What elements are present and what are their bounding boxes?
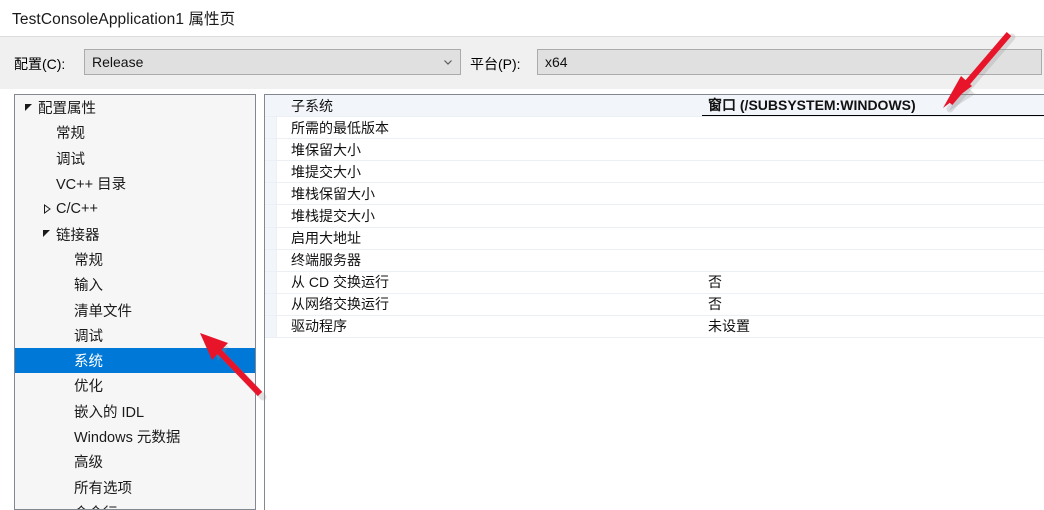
property-row[interactable]: 子系统 窗口 (/SUBSYSTEM:WINDOWS)	[265, 95, 1044, 118]
tree-item-16[interactable]: 命令行	[15, 500, 255, 509]
property-name: 子系统	[291, 97, 333, 114]
property-row[interactable]: 启用大地址	[265, 227, 1044, 250]
tree-item-4[interactable]: C/C++	[15, 196, 255, 221]
property-row-gutter	[265, 205, 277, 227]
tree-item-label: 高级	[74, 455, 103, 472]
tree-item-6[interactable]: 常规	[15, 247, 255, 272]
property-row-gutter	[265, 117, 277, 139]
property-name: 从 CD 交换运行	[291, 274, 389, 291]
configuration-value: Release	[92, 54, 144, 70]
tree-item-11[interactable]: 优化	[15, 373, 255, 398]
property-row[interactable]: 堆保留大小	[265, 139, 1044, 162]
tree-item-2[interactable]: 调试	[15, 146, 255, 171]
property-row[interactable]: 所需的最低版本	[265, 117, 1044, 140]
tree-item-label: 调试	[56, 151, 85, 168]
property-row-gutter	[265, 271, 277, 293]
platform-value: x64	[545, 54, 568, 70]
property-value[interactable]: 未设置	[702, 316, 1044, 336]
window-title-bar: TestConsoleApplication1 属性页	[0, 0, 1044, 36]
platform-label: 平台(P):	[470, 56, 521, 72]
tree-item-label: 所有选项	[74, 480, 132, 497]
property-row[interactable]: 堆栈保留大小	[265, 183, 1044, 206]
triangle-right-icon[interactable]	[39, 203, 55, 214]
property-row-gutter	[265, 249, 277, 271]
tree-item-8[interactable]: 清单文件	[15, 297, 255, 322]
property-row-gutter	[265, 315, 277, 338]
tree-item-label: 调试	[74, 328, 103, 345]
tree-item-0[interactable]: 配置属性	[15, 95, 255, 120]
property-row[interactable]: 驱动程序 未设置	[265, 315, 1044, 339]
tree-item-1[interactable]: 常规	[15, 120, 255, 145]
property-row[interactable]: 终端服务器	[265, 249, 1044, 272]
tree-item-label: C/C++	[56, 200, 98, 217]
property-grid[interactable]: 子系统 窗口 (/SUBSYSTEM:WINDOWS) 所需的最低版本 堆保留大小堆提…	[264, 94, 1044, 510]
property-name: 所需的最低版本	[291, 119, 389, 136]
property-value[interactable]: 窗口 (/SUBSYSTEM:WINDOWS)	[702, 95, 1044, 117]
platform-combobox[interactable]: x64	[537, 49, 1042, 75]
page-title: TestConsoleApplication1 属性页	[12, 11, 236, 28]
property-name: 堆提交大小	[291, 163, 361, 180]
tree-item-10[interactable]: 系统	[15, 347, 255, 374]
property-name: 驱动程序	[291, 318, 347, 335]
tree-item-label: 清单文件	[74, 303, 132, 320]
tree-item-14[interactable]: 高级	[15, 449, 255, 474]
tree-item-label: 常规	[56, 126, 85, 143]
property-row-gutter	[265, 161, 277, 183]
tree-item-label: 常规	[74, 252, 103, 269]
triangle-down-icon[interactable]	[21, 103, 37, 113]
property-grid-empty-area	[265, 338, 1044, 510]
property-name: 堆保留大小	[291, 141, 361, 158]
tree-item-label: 系统	[74, 354, 103, 371]
property-row-gutter	[265, 139, 277, 161]
property-row-gutter	[265, 227, 277, 249]
tree-item-label: VC++ 目录	[56, 177, 127, 194]
chevron-down-icon[interactable]	[436, 50, 460, 74]
triangle-down-icon[interactable]	[39, 229, 55, 239]
property-row-gutter	[265, 293, 277, 315]
tree-item-label: 配置属性	[38, 101, 96, 118]
property-name: 堆栈提交大小	[291, 208, 375, 225]
property-value[interactable]: 否	[702, 294, 1044, 314]
tree-item-12[interactable]: 嵌入的 IDL	[15, 399, 255, 424]
property-row[interactable]: 从 CD 交换运行 否	[265, 271, 1044, 294]
property-row-gutter	[265, 95, 277, 117]
tree-item-5[interactable]: 链接器	[15, 221, 255, 246]
configuration-combobox[interactable]: Release	[84, 49, 461, 75]
tree-item-7[interactable]: 输入	[15, 272, 255, 297]
property-name: 堆栈保留大小	[291, 185, 375, 202]
tree-item-13[interactable]: Windows 元数据	[15, 424, 255, 449]
property-value[interactable]: 否	[702, 272, 1044, 292]
configuration-toolbar: 配置(C): Release 平台(P): x64	[0, 36, 1044, 89]
tree-item-9[interactable]: 调试	[15, 323, 255, 348]
property-row-gutter	[265, 183, 277, 205]
tree-item-label: 链接器	[56, 227, 100, 244]
tree-item-label: 嵌入的 IDL	[74, 404, 145, 421]
tree-item-label: Windows 元数据	[74, 430, 181, 446]
property-name: 从网络交换运行	[291, 296, 389, 313]
configuration-label: 配置(C):	[14, 56, 66, 72]
tree-item-label: 优化	[74, 379, 103, 396]
property-name: 启用大地址	[291, 230, 361, 247]
tree-item-3[interactable]: VC++ 目录	[15, 171, 255, 196]
property-row[interactable]: 堆栈提交大小	[265, 205, 1044, 228]
property-row[interactable]: 从网络交换运行 否	[265, 293, 1044, 316]
tree-item-15[interactable]: 所有选项	[15, 474, 255, 499]
property-row[interactable]: 堆提交大小	[265, 161, 1044, 184]
configuration-tree[interactable]: 配置属性 常规 调试 VC++ 目录 C/C++ 链接器 常规 输入 清单文件 调试 系统 优化 嵌入的…	[14, 94, 256, 510]
property-name: 终端服务器	[291, 252, 361, 269]
tree-item-label: 输入	[74, 278, 103, 295]
tree-item-label: 命令行	[73, 502, 118, 509]
